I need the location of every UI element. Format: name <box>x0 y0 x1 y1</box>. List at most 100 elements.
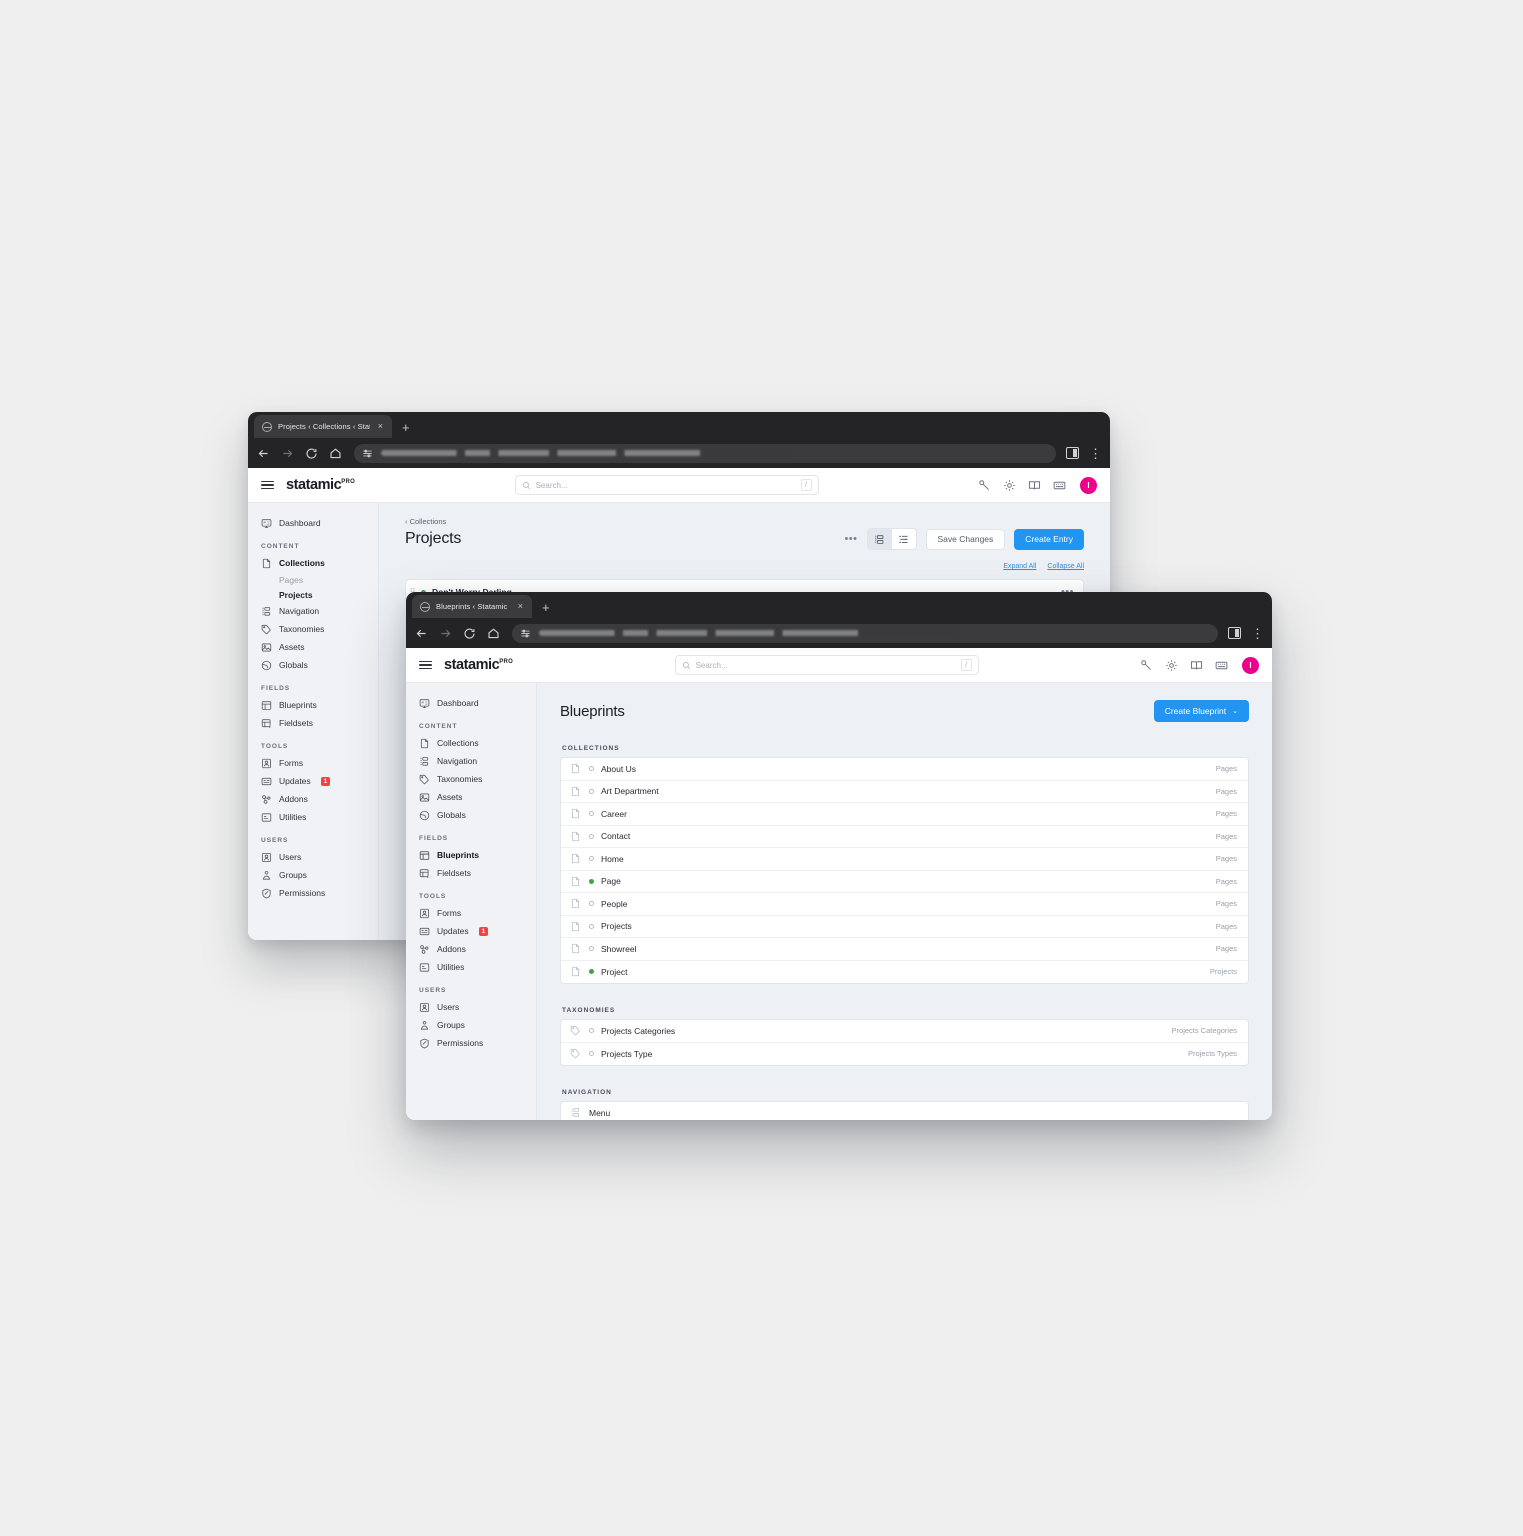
sidebar-item-collections[interactable]: Collections <box>406 734 536 752</box>
blueprint-icon <box>571 899 580 909</box>
menu-toggle-icon[interactable] <box>261 480 274 490</box>
sidebar-item-navigation[interactable]: Navigation <box>248 602 378 620</box>
sidebar-item-taxonomies[interactable]: Taxonomies <box>248 620 378 638</box>
reload-icon[interactable] <box>304 446 318 460</box>
browser-tab-projects[interactable]: Projects ‹ Collections ‹ Stata × <box>254 415 392 438</box>
browser-menu-icon[interactable]: ⋮ <box>1089 447 1102 460</box>
more-actions-icon[interactable]: ••• <box>844 533 857 545</box>
blueprint-row[interactable]: Showreel Pages <box>561 938 1248 961</box>
sidebar-item-blueprints[interactable]: Blueprints <box>248 696 378 714</box>
sidebar-item-users[interactable]: Users <box>406 998 536 1016</box>
gear-icon[interactable] <box>1165 659 1178 672</box>
sidebar-item-groups[interactable]: Groups <box>248 866 378 884</box>
global-search-input[interactable]: Search... / <box>514 475 819 495</box>
blueprint-row[interactable]: Projects Type Projects Types <box>561 1043 1248 1066</box>
blueprint-meta: Pages <box>1215 921 1237 931</box>
book-icon[interactable] <box>1028 479 1041 492</box>
split-view-icon[interactable] <box>1066 447 1079 459</box>
sidebar-item-fieldsets[interactable]: Fieldsets <box>406 864 536 882</box>
gear-icon[interactable] <box>1003 479 1016 492</box>
global-search-input[interactable]: Search... / <box>674 655 979 675</box>
statamic-logo[interactable]: statamicPRO <box>444 657 513 673</box>
collapse-all-link[interactable]: Collapse All <box>1047 563 1084 570</box>
close-tab-icon[interactable]: × <box>376 422 385 431</box>
home-icon[interactable] <box>486 626 500 640</box>
sidebar-item-dashboard[interactable]: Dashboard <box>248 514 378 532</box>
avatar[interactable]: I <box>1242 656 1259 674</box>
sidebar-item-navigation[interactable]: Navigation <box>406 752 536 770</box>
blueprint-row[interactable]: People Pages <box>561 893 1248 916</box>
sidebar-subitem-pages[interactable]: Pages <box>248 572 378 587</box>
sidebar-item-utilities[interactable]: Utilities <box>406 958 536 976</box>
close-tab-icon[interactable]: × <box>516 602 525 611</box>
sidebar-item-utilities[interactable]: Utilities <box>248 808 378 826</box>
new-tab-icon[interactable]: + <box>402 421 410 434</box>
back-icon[interactable] <box>256 446 270 460</box>
blueprint-row[interactable]: Menu <box>561 1102 1248 1120</box>
home-icon[interactable] <box>328 446 342 460</box>
split-view-icon[interactable] <box>1228 627 1241 639</box>
reload-icon[interactable] <box>462 626 476 640</box>
browser-tab-blueprints[interactable]: Blueprints ‹ Statamic × <box>412 595 532 618</box>
wand-icon[interactable] <box>978 479 991 492</box>
blueprint-row[interactable]: Career Pages <box>561 803 1248 826</box>
blueprint-row[interactable]: Projects Pages <box>561 916 1248 938</box>
sidebar-item-globals[interactable]: Globals <box>406 806 536 824</box>
blueprint-row[interactable]: Art Department Pages <box>561 781 1248 803</box>
blueprint-name: Contact <box>601 831 631 842</box>
statamic-logo[interactable]: statamicPRO <box>286 477 355 493</box>
back-icon[interactable] <box>414 626 428 640</box>
sidebar-item-updates[interactable]: Updates 1 <box>248 772 378 790</box>
menu-toggle-icon[interactable] <box>419 660 432 670</box>
sidebar-item-permissions[interactable]: Permissions <box>248 884 378 902</box>
sidebar-item-groups[interactable]: Groups <box>406 1016 536 1034</box>
header-icon-group: I <box>1140 656 1259 674</box>
new-tab-icon[interactable]: + <box>542 601 550 614</box>
address-bar[interactable] <box>354 443 1056 463</box>
breadcrumb[interactable]: ‹ Collections <box>405 517 1084 526</box>
avatar[interactable]: I <box>1080 476 1097 494</box>
browser-menu-icon[interactable]: ⋮ <box>1251 627 1264 640</box>
sidebar-subitem-projects[interactable]: Projects <box>248 587 378 602</box>
create-entry-button[interactable]: Create Entry <box>1014 528 1084 550</box>
blueprint-row[interactable]: Home Pages <box>561 848 1248 871</box>
sidebar-heading-fields: FIELDS <box>261 685 291 692</box>
sidebar-item-users[interactable]: Users <box>248 848 378 866</box>
keyboard-icon[interactable] <box>1215 659 1228 672</box>
sidebar-item-addons[interactable]: Addons <box>248 790 378 808</box>
save-changes-button[interactable]: Save Changes <box>925 528 1006 550</box>
sidebar-item-globals[interactable]: Globals <box>248 656 378 674</box>
sidebar-item-assets[interactable]: Assets <box>406 788 536 806</box>
expand-all-link[interactable]: Expand All <box>1003 563 1036 570</box>
forward-icon[interactable] <box>280 446 294 460</box>
sidebar-item-blueprints[interactable]: Blueprints <box>406 846 536 864</box>
sidebar-item-dashboard[interactable]: Dashboard <box>406 694 536 712</box>
sidebar-item-permissions[interactable]: Permissions <box>406 1034 536 1052</box>
tree-view-button[interactable] <box>867 529 892 549</box>
blueprint-row[interactable]: About Us Pages <box>561 758 1248 781</box>
forward-icon[interactable] <box>438 626 452 640</box>
wand-icon[interactable] <box>1140 659 1153 672</box>
list-view-button[interactable] <box>892 529 916 549</box>
sidebar-item-updates[interactable]: Updates 1 <box>406 922 536 940</box>
blueprint-row[interactable]: Project Projects <box>561 961 1248 984</box>
create-blueprint-button[interactable]: Create Blueprint ⌄ <box>1153 700 1249 722</box>
sidebar-item-forms[interactable]: Forms <box>406 904 536 922</box>
sidebar-item-addons[interactable]: Addons <box>406 940 536 958</box>
blueprint-row[interactable]: Contact Pages <box>561 826 1248 848</box>
sidebar-item-assets[interactable]: Assets <box>248 638 378 656</box>
sidebar-item-fieldsets[interactable]: Fieldsets <box>248 714 378 732</box>
sidebar-item-forms[interactable]: Forms <box>248 754 378 772</box>
sidebar-item-taxonomies[interactable]: Taxonomies <box>406 770 536 788</box>
browser-window-blueprints[interactable]: Blueprints ‹ Statamic × + ⋮ statamicPRO … <box>406 592 1272 1120</box>
sidebar-item-label: Updates <box>437 926 469 936</box>
keyboard-icon[interactable] <box>1053 479 1066 492</box>
status-dot <box>589 811 594 817</box>
status-dot <box>589 788 594 794</box>
blueprint-row[interactable]: Projects Categories Projects Categories <box>561 1020 1248 1043</box>
blueprint-row[interactable]: Page Pages <box>561 871 1248 893</box>
sidebar-item-collections[interactable]: Collections <box>248 554 378 572</box>
book-icon[interactable] <box>1190 659 1203 672</box>
sidebar-item-label: Blueprints <box>437 850 480 860</box>
address-bar[interactable] <box>512 623 1218 643</box>
